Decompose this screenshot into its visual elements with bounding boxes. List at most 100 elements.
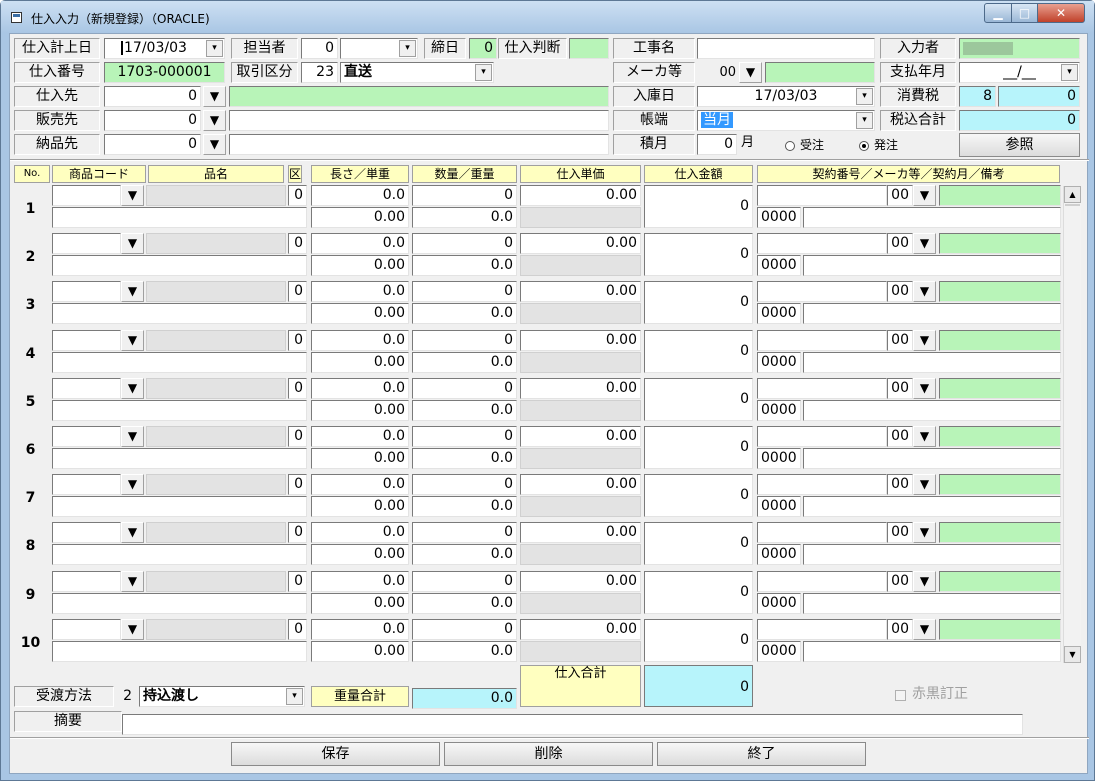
remarks-field[interactable] [803, 592, 1061, 614]
remarks-field[interactable] [803, 207, 1061, 228]
item-code-dropdown-icon[interactable]: ▼ [121, 233, 144, 255]
quantity-field[interactable]: 0 [412, 185, 517, 206]
unit-weight-field[interactable]: 0.00 [311, 592, 409, 614]
contract-number-field[interactable] [757, 570, 887, 592]
contract-number-field[interactable] [757, 185, 887, 206]
delete-button[interactable]: 削除 [444, 742, 653, 766]
maker-code-field[interactable]: 00 [887, 474, 913, 496]
contract-number-field[interactable] [757, 281, 887, 303]
kubun-field[interactable]: 0 [288, 377, 307, 399]
kubun-field[interactable]: 0 [288, 474, 307, 496]
weight-field[interactable]: 0.0 [412, 303, 517, 325]
length-field[interactable]: 0.0 [311, 618, 409, 640]
unit-weight-field[interactable]: 0.00 [311, 351, 409, 373]
kubun-field[interactable]: 0 [288, 329, 307, 351]
unit-weight-field[interactable]: 0.00 [311, 399, 409, 421]
item-code-field[interactable] [52, 233, 121, 255]
item-code-field[interactable] [52, 281, 121, 303]
tsumitsuki-field[interactable]: 0 [697, 134, 737, 155]
item-code-field[interactable] [52, 618, 121, 640]
shiire-keijo-date-field[interactable]: 17/03/03 ▾ [104, 38, 225, 59]
hanbai-dropdown-icon[interactable]: ▼ [203, 110, 226, 131]
scroll-down-icon[interactable]: ▼ [1064, 646, 1081, 663]
combo-arrow-icon[interactable]: ▾ [856, 88, 873, 105]
item-name-field[interactable] [52, 255, 307, 277]
maker-dropdown-icon[interactable]: ▼ [913, 281, 936, 303]
contract-number-field[interactable] [757, 522, 887, 544]
weight-field[interactable]: 0.0 [412, 496, 517, 518]
kubun-field[interactable]: 0 [288, 185, 307, 206]
combo-arrow-icon[interactable]: ▾ [399, 40, 416, 57]
contract-month-field[interactable]: 0000 [757, 544, 801, 566]
close-button[interactable]: ✕ [1037, 3, 1085, 23]
length-field[interactable]: 0.0 [311, 185, 409, 206]
length-field[interactable]: 0.0 [311, 426, 409, 447]
shiiresaki-dropdown-icon[interactable]: ▼ [203, 86, 226, 107]
koji-field[interactable] [697, 38, 875, 59]
quantity-field[interactable]: 0 [412, 377, 517, 399]
item-code-field[interactable] [52, 474, 121, 496]
unit-weight-field[interactable]: 0.00 [311, 207, 409, 228]
tantosha-select[interactable]: ▾ [340, 38, 418, 59]
maker-code-field[interactable]: 00 [887, 329, 913, 351]
item-code-field[interactable] [52, 185, 121, 206]
item-code-dropdown-icon[interactable]: ▼ [121, 522, 144, 544]
kubun-field[interactable]: 0 [288, 522, 307, 544]
remarks-field[interactable] [803, 640, 1061, 662]
quantity-field[interactable]: 0 [412, 233, 517, 255]
combo-arrow-icon[interactable]: ▾ [856, 112, 873, 129]
length-field[interactable]: 0.0 [311, 329, 409, 351]
hanbai-code-field[interactable]: 0 [104, 110, 201, 131]
weight-field[interactable]: 0.0 [412, 592, 517, 614]
kubun-field[interactable]: 0 [288, 281, 307, 303]
maker-code-field[interactable]: 00 [887, 522, 913, 544]
chobo-select[interactable]: 当月 ▾ [697, 110, 875, 131]
item-code-dropdown-icon[interactable]: ▼ [121, 618, 144, 640]
unit-price-field[interactable]: 0.00 [520, 233, 641, 255]
unit-weight-field[interactable]: 0.00 [311, 255, 409, 277]
contract-month-field[interactable]: 0000 [757, 640, 801, 662]
item-name-field[interactable] [52, 544, 307, 566]
item-code-dropdown-icon[interactable]: ▼ [121, 329, 144, 351]
akaguro-checkbox[interactable] [895, 690, 906, 701]
quantity-field[interactable]: 0 [412, 522, 517, 544]
kubun-field[interactable]: 0 [288, 570, 307, 592]
combo-arrow-icon[interactable]: ▾ [206, 40, 223, 57]
shiharai-select[interactable]: __/__ ▾ [959, 62, 1080, 83]
maker-dropdown-icon[interactable]: ▼ [913, 233, 936, 255]
scroll-thumb[interactable] [1065, 204, 1080, 206]
maker-dropdown-icon[interactable]: ▼ [913, 522, 936, 544]
unit-price-field[interactable]: 0.00 [520, 281, 641, 303]
length-field[interactable]: 0.0 [311, 233, 409, 255]
length-field[interactable]: 0.0 [311, 570, 409, 592]
scroll-up-icon[interactable]: ▲ [1064, 186, 1081, 203]
item-name-field[interactable] [52, 351, 307, 373]
kubun-field[interactable]: 0 [288, 426, 307, 447]
contract-month-field[interactable]: 0000 [757, 496, 801, 518]
unit-price-field[interactable]: 0.00 [520, 377, 641, 399]
nohin-code-field[interactable]: 0 [104, 134, 201, 155]
length-field[interactable]: 0.0 [311, 522, 409, 544]
contract-month-field[interactable]: 0000 [757, 303, 801, 325]
weight-field[interactable]: 0.0 [412, 351, 517, 373]
item-code-dropdown-icon[interactable]: ▼ [121, 281, 144, 303]
maker-code-field[interactable]: 00 [887, 281, 913, 303]
shiiresaki-code-field[interactable]: 0 [104, 86, 201, 107]
item-code-dropdown-icon[interactable]: ▼ [121, 474, 144, 496]
contract-number-field[interactable] [757, 329, 887, 351]
unit-weight-field[interactable]: 0.00 [311, 448, 409, 469]
contract-number-field[interactable] [757, 618, 887, 640]
contract-number-field[interactable] [757, 377, 887, 399]
remarks-field[interactable] [803, 351, 1061, 373]
unit-weight-field[interactable]: 0.00 [311, 303, 409, 325]
maker-dropdown-icon[interactable]: ▼ [913, 570, 936, 592]
contract-month-field[interactable]: 0000 [757, 351, 801, 373]
item-name-field[interactable] [52, 496, 307, 518]
maker-dropdown-icon[interactable]: ▼ [913, 377, 936, 399]
weight-field[interactable]: 0.0 [412, 544, 517, 566]
maker-dropdown-icon[interactable]: ▼ [913, 618, 936, 640]
contract-month-field[interactable]: 0000 [757, 207, 801, 228]
item-code-field[interactable] [52, 570, 121, 592]
contract-month-field[interactable]: 0000 [757, 592, 801, 614]
item-name-field[interactable] [52, 399, 307, 421]
